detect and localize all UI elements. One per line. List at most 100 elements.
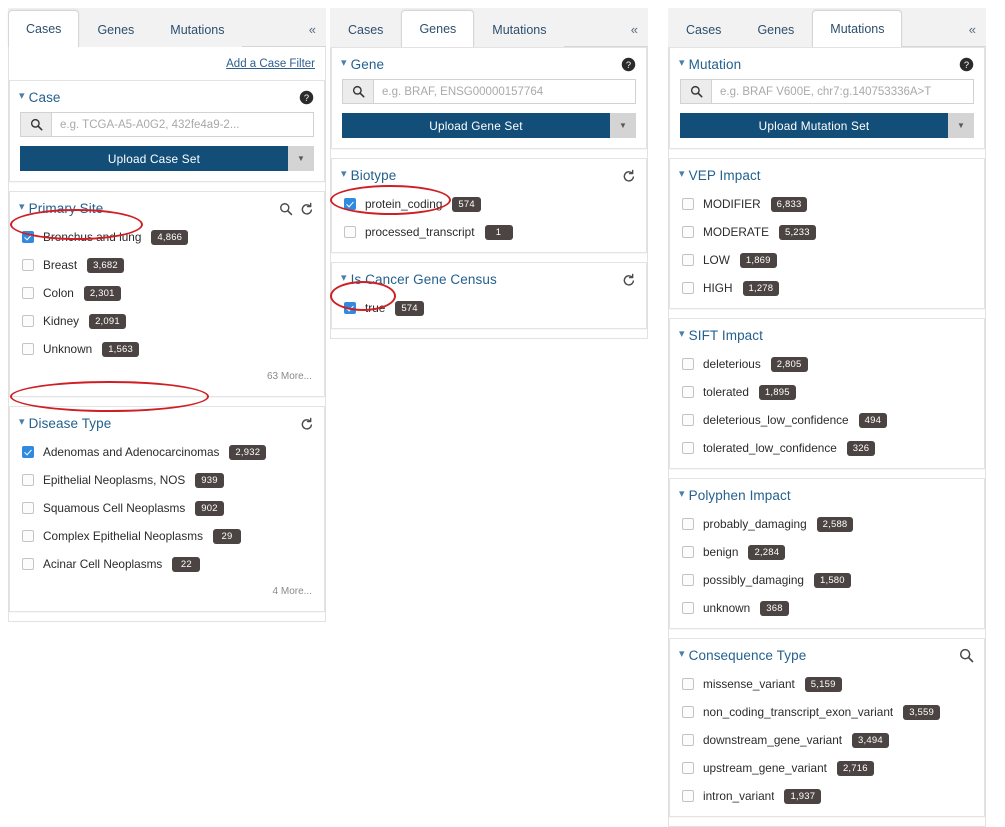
list-item[interactable]: Complex Epithelial Neoplasms 29 [10, 522, 324, 550]
tab-genes[interactable]: Genes [79, 14, 153, 47]
facet-title-is-cancer-gene-census[interactable]: ▾ Is Cancer Gene Census [341, 272, 497, 287]
list-item[interactable]: possibly_damaging 1,580 [670, 566, 984, 594]
list-item[interactable]: intron_variant 1,937 [670, 782, 984, 810]
list-item[interactable]: Breast 3,682 [10, 251, 324, 279]
checkbox[interactable] [682, 762, 694, 774]
reset-icon[interactable] [622, 169, 636, 183]
checkbox[interactable] [344, 198, 356, 210]
mutation-search-input[interactable] [711, 79, 974, 104]
checkbox[interactable] [22, 558, 34, 570]
search-icon[interactable] [20, 112, 51, 137]
reset-icon[interactable] [622, 273, 636, 287]
reset-icon[interactable] [300, 202, 314, 216]
facet-title-primary-site[interactable]: ▾ Primary Site [19, 201, 103, 216]
checkbox[interactable] [682, 198, 694, 210]
upload-gene-set-button[interactable]: Upload Gene Set [342, 113, 610, 138]
tab-cases[interactable]: Cases [8, 10, 80, 47]
list-item[interactable]: MODERATE 5,233 [670, 218, 984, 246]
checkbox[interactable] [344, 226, 356, 238]
checkbox[interactable] [682, 518, 694, 530]
checkbox[interactable] [22, 343, 34, 355]
checkbox[interactable] [682, 734, 694, 746]
list-item[interactable]: Epithelial Neoplasms, NOS 939 [10, 466, 324, 494]
list-item[interactable]: Kidney 2,091 [10, 307, 324, 335]
case-search-input[interactable] [51, 112, 314, 137]
help-icon[interactable]: ? [621, 57, 636, 72]
tab-genes[interactable]: Genes [739, 14, 813, 47]
facet-title-mutation[interactable]: ▾ Mutation [679, 57, 741, 72]
list-item[interactable]: benign 2,284 [670, 538, 984, 566]
list-item[interactable]: probably_damaging 2,588 [670, 510, 984, 538]
checkbox[interactable] [22, 231, 34, 243]
list-item[interactable]: processed_transcript 1 [332, 218, 646, 246]
checkbox[interactable] [682, 386, 694, 398]
checkbox[interactable] [682, 574, 694, 586]
facet-title-gene[interactable]: ▾ Gene [341, 57, 384, 72]
list-item[interactable]: Bronchus and lung 4,866 [10, 223, 324, 251]
checkbox[interactable] [682, 254, 694, 266]
checkbox[interactable] [682, 282, 694, 294]
checkbox[interactable] [22, 259, 34, 271]
list-item[interactable]: Squamous Cell Neoplasms 902 [10, 494, 324, 522]
upload-gene-set-dropdown[interactable]: ▼ [610, 113, 636, 138]
upload-mutation-set-dropdown[interactable]: ▼ [948, 113, 974, 138]
list-item[interactable]: deleterious 2,805 [670, 350, 984, 378]
list-item[interactable]: unknown 368 [670, 594, 984, 622]
facet-title-sift-impact[interactable]: ▾ SIFT Impact [679, 328, 763, 343]
search-icon[interactable] [279, 202, 293, 216]
list-item[interactable]: missense_variant 5,159 [670, 670, 984, 698]
facet-title-case[interactable]: ▾ Case [19, 90, 61, 105]
facet-title-vep-impact[interactable]: ▾ VEP Impact [679, 168, 761, 183]
list-item[interactable]: Colon 2,301 [10, 279, 324, 307]
checkbox[interactable] [682, 358, 694, 370]
tab-mutations[interactable]: Mutations [152, 14, 243, 47]
list-item[interactable]: deleterious_low_confidence 494 [670, 406, 984, 434]
reset-icon[interactable] [300, 417, 314, 431]
checkbox[interactable] [682, 546, 694, 558]
list-item[interactable]: LOW 1,869 [670, 246, 984, 274]
tab-cases[interactable]: Cases [330, 14, 402, 47]
list-item[interactable]: tolerated 1,895 [670, 378, 984, 406]
checkbox[interactable] [22, 502, 34, 514]
upload-mutation-set-button[interactable]: Upload Mutation Set [680, 113, 948, 138]
checkbox[interactable] [22, 474, 34, 486]
checkbox[interactable] [22, 530, 34, 542]
checkbox[interactable] [22, 315, 34, 327]
collapse-panel-icon[interactable]: « [963, 13, 986, 46]
tab-mutations[interactable]: Mutations [474, 14, 565, 47]
checkbox[interactable] [682, 706, 694, 718]
tab-mutations[interactable]: Mutations [812, 10, 903, 47]
help-icon[interactable]: ? [299, 90, 314, 105]
search-icon[interactable] [680, 79, 711, 104]
checkbox[interactable] [682, 414, 694, 426]
tab-genes[interactable]: Genes [401, 10, 475, 47]
list-item[interactable]: Acinar Cell Neoplasms 22 [10, 550, 324, 578]
upload-case-set-button[interactable]: Upload Case Set [20, 146, 288, 171]
facet-title-polyphen-impact[interactable]: ▾ Polyphen Impact [679, 488, 791, 503]
list-item[interactable]: true 574 [332, 294, 646, 322]
list-item[interactable]: downstream_gene_variant 3,494 [670, 726, 984, 754]
checkbox[interactable] [682, 226, 694, 238]
checkbox[interactable] [22, 446, 34, 458]
checkbox[interactable] [682, 678, 694, 690]
list-item[interactable]: Adenomas and Adenocarcinomas 2,932 [10, 438, 324, 466]
tab-cases[interactable]: Cases [668, 14, 740, 47]
list-item[interactable]: MODIFIER 6,833 [670, 190, 984, 218]
help-icon[interactable]: ? [959, 57, 974, 72]
gene-search-input[interactable] [373, 79, 636, 104]
facet-title-biotype[interactable]: ▾ Biotype [341, 168, 396, 183]
add-case-filter-link[interactable]: Add a Case Filter [226, 58, 315, 70]
collapse-panel-icon[interactable]: « [625, 13, 648, 46]
facet-title-disease-type[interactable]: ▾ Disease Type [19, 416, 111, 431]
checkbox[interactable] [682, 790, 694, 802]
checkbox[interactable] [344, 302, 356, 314]
checkbox[interactable] [682, 442, 694, 454]
checkbox[interactable] [22, 287, 34, 299]
upload-case-set-dropdown[interactable]: ▼ [288, 146, 314, 171]
search-icon[interactable] [342, 79, 373, 104]
list-item[interactable]: Unknown 1,563 [10, 335, 324, 363]
search-icon[interactable] [959, 648, 974, 663]
list-item[interactable]: tolerated_low_confidence 326 [670, 434, 984, 462]
list-item[interactable]: non_coding_transcript_exon_variant 3,559 [670, 698, 984, 726]
list-item[interactable]: protein_coding 574 [332, 190, 646, 218]
